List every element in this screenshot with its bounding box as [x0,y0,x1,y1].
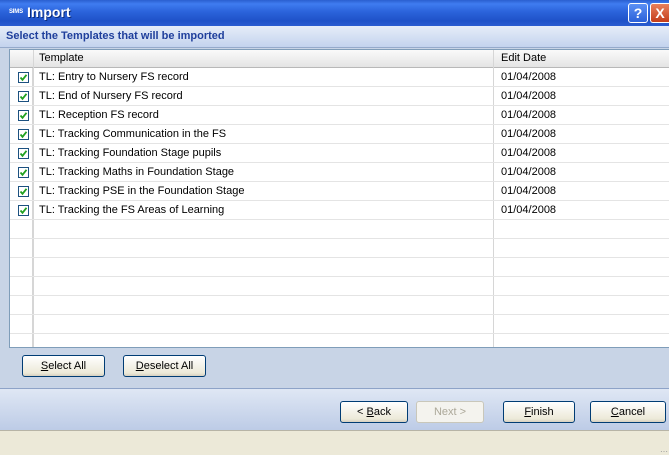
status-bar [0,430,669,455]
row-checkbox[interactable] [18,186,29,197]
check-mark-icon [19,93,28,101]
row-selector[interactable] [10,315,33,333]
instruction-text: Select the Templates that will be import… [6,30,225,42]
row-checkbox[interactable] [18,148,29,159]
edit-date-cell[interactable]: 01/04/2008 [501,166,556,178]
table-row [10,239,669,258]
edit-date-cell[interactable]: 01/04/2008 [501,128,556,140]
table-row [10,258,669,277]
window-title: Import [27,4,71,20]
check-mark-icon [19,112,28,120]
table-row [10,277,669,296]
template-name-cell[interactable]: TL: Entry to Nursery FS record [39,71,189,83]
cancel-button[interactable]: Cancel [590,401,666,423]
row-selector[interactable] [10,239,33,257]
template-name-cell[interactable]: TL: Tracking Foundation Stage pupils [39,147,221,159]
close-button[interactable]: X [650,3,669,23]
table-row[interactable]: TL: Tracking Foundation Stage pupils 01/0… [10,144,669,163]
check-mark-icon [19,188,28,196]
template-name-cell[interactable]: TL: Tracking Communication in the FS [39,128,226,140]
row-checkbox[interactable] [18,205,29,216]
title-bar[interactable]: SIMS Import ? X [0,0,669,26]
row-selector[interactable] [10,296,33,314]
edit-date-cell[interactable]: 01/04/2008 [501,147,556,159]
template-name-cell[interactable]: TL: Reception FS record [39,109,159,121]
edit-date-cell[interactable]: 01/04/2008 [501,71,556,83]
table-row [10,296,669,315]
check-mark-icon [19,207,28,215]
finish-button[interactable]: Finish [503,401,575,423]
row-checkbox[interactable] [18,110,29,121]
help-button[interactable]: ? [628,3,648,23]
template-name-cell[interactable]: TL: Tracking PSE in the Foundation Stage [39,185,244,197]
import-dialog: SIMS Import ? X Select the Templates tha… [0,0,669,455]
sims-app-icon: SIMS [9,9,23,15]
row-checkbox[interactable] [18,129,29,140]
table-row[interactable]: TL: End of Nursery FS record 01/04/2008 [10,87,669,106]
back-button[interactable]: < Back [340,401,408,423]
select-all-button[interactable]: Select All [22,355,105,377]
row-checkbox[interactable] [18,167,29,178]
table-row [10,315,669,334]
row-selector[interactable] [10,163,33,181]
row-selector[interactable] [10,87,33,105]
row-selector-header [10,50,34,67]
row-selector[interactable] [10,106,33,124]
row-checkbox[interactable] [18,72,29,83]
template-name-cell[interactable]: TL: End of Nursery FS record [39,90,183,102]
template-name-cell[interactable]: TL: Tracking Maths in Foundation Stage [39,166,234,178]
table-row[interactable]: TL: Tracking PSE in the Foundation Stage… [10,182,669,201]
edit-date-cell[interactable]: 01/04/2008 [501,204,556,216]
instruction-header: Select the Templates that will be import… [0,26,669,48]
check-mark-icon [19,131,28,139]
row-selector[interactable] [10,201,33,219]
row-checkbox[interactable] [18,91,29,102]
resize-grip-icon[interactable]: ⋯ [660,447,668,455]
column-header-edit-date[interactable]: Edit Date [501,52,546,64]
next-button[interactable]: Next > [416,401,484,423]
template-name-cell[interactable]: TL: Tracking the FS Areas of Learning [39,204,224,216]
row-selector[interactable] [10,334,33,347]
grid-header: Template Edit Date [10,50,669,68]
table-row[interactable]: TL: Entry to Nursery FS record 01/04/2008 [10,68,669,87]
check-mark-icon [19,74,28,82]
edit-date-cell[interactable]: 01/04/2008 [501,185,556,197]
table-row[interactable]: TL: Tracking Communication in the FS 01/0… [10,125,669,144]
table-row [10,220,669,239]
edit-date-cell[interactable]: 01/04/2008 [501,90,556,102]
table-row [10,334,669,347]
column-header-template[interactable]: Template [39,52,84,64]
row-selector[interactable] [10,125,33,143]
row-selector[interactable] [10,277,33,295]
edit-date-cell[interactable]: 01/04/2008 [501,109,556,121]
row-selector[interactable] [10,182,33,200]
templates-grid[interactable]: Template Edit Date TL: Entry to Nursery … [9,49,669,348]
table-row[interactable]: TL: Reception FS record 01/04/2008 [10,106,669,125]
wizard-button-bar: < Back Next > Finish Cancel [0,388,669,431]
table-row[interactable]: TL: Tracking Maths in Foundation Stage 01… [10,163,669,182]
row-selector[interactable] [10,68,33,86]
check-mark-icon [19,169,28,177]
row-selector[interactable] [10,258,33,276]
row-selector[interactable] [10,220,33,238]
deselect-all-button[interactable]: Deselect All [123,355,206,377]
row-selector[interactable] [10,144,33,162]
check-mark-icon [19,150,28,158]
table-row[interactable]: TL: Tracking the FS Areas of Learning 01/… [10,201,669,220]
